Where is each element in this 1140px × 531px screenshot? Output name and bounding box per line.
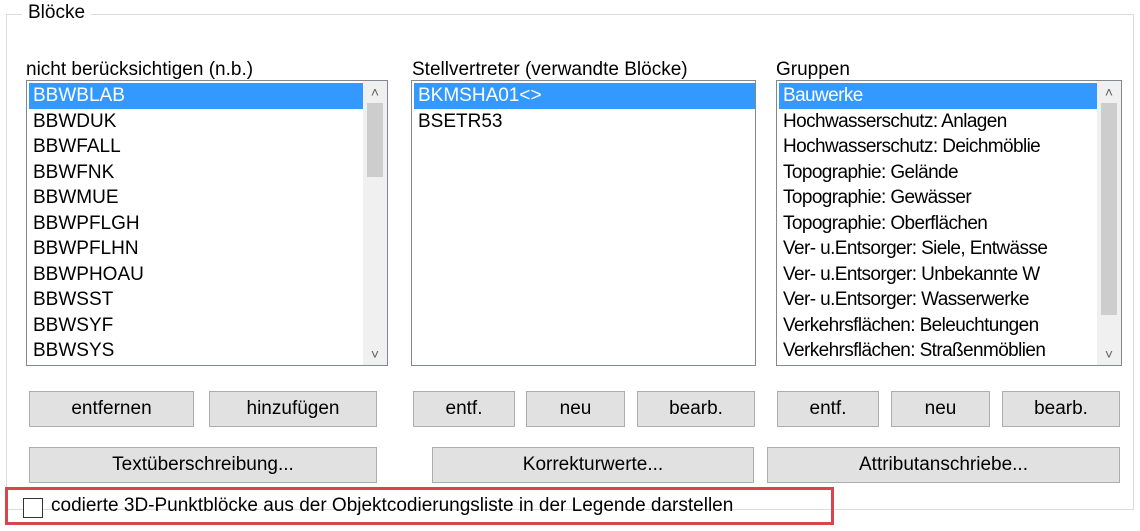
scrollbar-thumb[interactable] — [367, 103, 383, 177]
group-edit-button[interactable]: bearb. — [1002, 391, 1120, 427]
list-item[interactable]: BBWSYF — [29, 313, 363, 339]
not-considered-label: nicht berücksichtigen (n.b.) — [26, 59, 254, 80]
list-item[interactable]: BBWDUK — [29, 109, 363, 135]
list-item[interactable]: BBWFALL — [29, 134, 363, 160]
list-item[interactable]: Topographie: Oberflächen — [779, 211, 1097, 237]
list-item[interactable]: Hochwasserschutz: Deichmöblie — [779, 134, 1097, 160]
list-item[interactable]: Ver- u.Entsorger: Unbekannte W — [779, 262, 1097, 288]
text-override-button[interactable]: Textüberschreibung... — [29, 447, 377, 483]
list-item[interactable]: BBWFNK — [29, 160, 363, 186]
groups-list[interactable]: Bauwerke Hochwasserschutz: Anlagen Hochwas… — [776, 80, 1122, 366]
list-item[interactable]: Topographie: Gewässer — [779, 185, 1097, 211]
list-item[interactable]: BSETR53 — [414, 109, 755, 135]
legend-option-checkbox[interactable] — [23, 498, 43, 518]
chevron-down-icon[interactable]: ˅ — [363, 343, 387, 365]
attribute-labels-button[interactable]: Attributanschriebe... — [767, 447, 1120, 483]
group-title: Blöcke — [22, 2, 92, 24]
list-item[interactable]: BBWPHOAU — [29, 262, 363, 288]
list-item[interactable]: BBWMUE — [29, 185, 363, 211]
list-item[interactable]: BBWSYS — [29, 338, 363, 364]
proxy-delete-button[interactable]: entf. — [413, 391, 515, 427]
chevron-up-icon[interactable]: ˄ — [363, 81, 387, 103]
groups-label: Gruppen — [776, 59, 850, 80]
list-item[interactable]: BBWSST — [29, 287, 363, 313]
list-item[interactable]: Ver- u.Entsorger: Wasserwerke — [779, 287, 1097, 313]
legend-option-label[interactable]: codierte 3D-Punktblöcke aus der Objektco… — [51, 495, 733, 517]
list-item[interactable]: BKMSHA01<> — [414, 83, 755, 109]
list-item[interactable]: Ver- u.Entsorger: Siele, Entwässe — [779, 236, 1097, 262]
proxies-label: Stellvertreter (verwandte Blöcke) — [412, 59, 688, 80]
not-considered-list[interactable]: BBWBLAB BBWDUK BBWFALL BBWFNK BBWMUE BBWPFLGH… — [26, 80, 388, 366]
list-item[interactable]: BBWPFLGH — [29, 211, 363, 237]
list-item[interactable]: Verkehrsflächen: Straßenmöblien — [779, 338, 1097, 364]
add-button[interactable]: hinzufügen — [209, 391, 377, 427]
remove-button[interactable]: entfernen — [29, 391, 194, 427]
group-new-button[interactable]: neu — [891, 391, 990, 427]
list-item[interactable]: Hochwasserschutz: Anlagen — [779, 109, 1097, 135]
chevron-up-icon[interactable]: ˄ — [1097, 81, 1121, 103]
list-item[interactable]: BBWPFLHN — [29, 236, 363, 262]
correction-values-button[interactable]: Korrekturwerte... — [432, 447, 754, 483]
group-delete-button[interactable]: entf. — [777, 391, 879, 427]
chevron-down-icon[interactable]: ˅ — [1097, 343, 1121, 365]
proxy-edit-button[interactable]: bearb. — [637, 391, 755, 427]
proxy-new-button[interactable]: neu — [526, 391, 625, 427]
list-item[interactable]: Verkehrsflächen: Beleuchtungen — [779, 313, 1097, 339]
list-item[interactable]: BBWBLAB — [29, 83, 363, 109]
not-considered-scrollbar[interactable]: ˄ ˅ — [363, 81, 387, 365]
proxies-list[interactable]: BKMSHA01<> BSETR53 — [411, 80, 756, 366]
list-item[interactable]: Topographie: Gelände — [779, 160, 1097, 186]
list-item[interactable]: Bauwerke — [779, 83, 1097, 109]
groups-scrollbar[interactable]: ˄ ˅ — [1097, 81, 1121, 365]
scrollbar-thumb[interactable] — [1101, 103, 1117, 315]
